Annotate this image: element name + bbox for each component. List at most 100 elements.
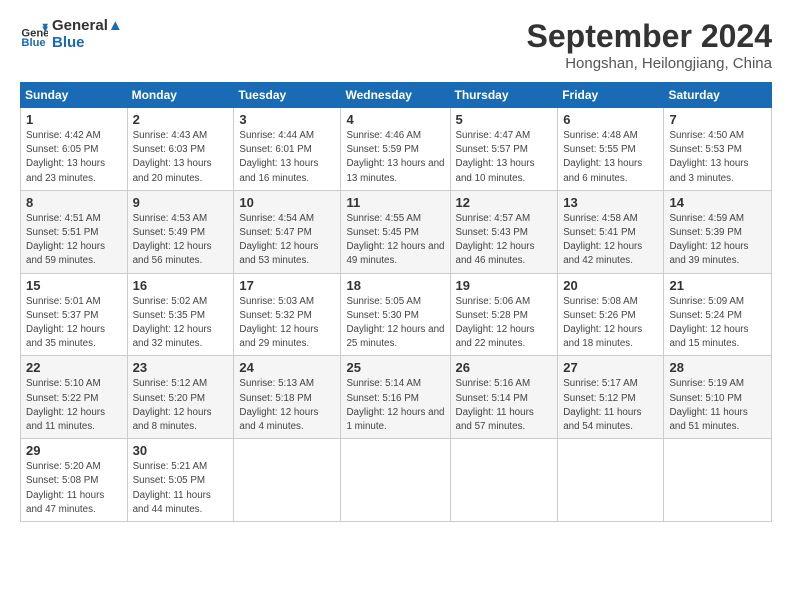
day-number: 28	[669, 360, 766, 375]
calendar-week-2: 8 Sunrise: 4:51 AM Sunset: 5:51 PM Dayli…	[21, 190, 772, 273]
calendar-cell: 28 Sunrise: 5:19 AM Sunset: 5:10 PM Dayl…	[664, 356, 772, 439]
day-detail: Sunrise: 4:48 AM Sunset: 5:55 PM Dayligh…	[563, 129, 658, 186]
day-number: 22	[26, 360, 122, 375]
day-detail: Sunrise: 4:55 AM Sunset: 5:45 PM Dayligh…	[346, 212, 444, 269]
calendar-cell: 6 Sunrise: 4:48 AM Sunset: 5:55 PM Dayli…	[558, 108, 664, 191]
calendar-cell: 15 Sunrise: 5:01 AM Sunset: 5:37 PM Dayl…	[21, 273, 128, 356]
calendar-cell: 14 Sunrise: 4:59 AM Sunset: 5:39 PM Dayl…	[664, 190, 772, 273]
day-number: 8	[26, 195, 122, 210]
day-number: 26	[456, 360, 553, 375]
calendar-cell: 10 Sunrise: 4:54 AM Sunset: 5:47 PM Dayl…	[234, 190, 341, 273]
day-number: 11	[346, 195, 444, 210]
calendar-week-3: 15 Sunrise: 5:01 AM Sunset: 5:37 PM Dayl…	[21, 273, 772, 356]
day-detail: Sunrise: 5:03 AM Sunset: 5:32 PM Dayligh…	[239, 295, 335, 352]
calendar-cell: 19 Sunrise: 5:06 AM Sunset: 5:28 PM Dayl…	[450, 273, 558, 356]
calendar-cell: 29 Sunrise: 5:20 AM Sunset: 5:08 PM Dayl…	[21, 439, 128, 522]
day-number: 19	[456, 278, 553, 293]
header: General Blue General▲ Blue September 202…	[20, 18, 772, 72]
day-number: 13	[563, 195, 658, 210]
calendar-cell: 2 Sunrise: 4:43 AM Sunset: 6:03 PM Dayli…	[127, 108, 234, 191]
month-title: September 2024	[527, 18, 772, 55]
day-number: 21	[669, 278, 766, 293]
day-detail: Sunrise: 4:54 AM Sunset: 5:47 PM Dayligh…	[239, 212, 335, 269]
day-number: 12	[456, 195, 553, 210]
day-detail: Sunrise: 4:47 AM Sunset: 5:57 PM Dayligh…	[456, 129, 553, 186]
day-number: 27	[563, 360, 658, 375]
day-detail: Sunrise: 4:43 AM Sunset: 6:03 PM Dayligh…	[133, 129, 229, 186]
day-detail: Sunrise: 4:51 AM Sunset: 5:51 PM Dayligh…	[26, 212, 122, 269]
calendar-cell	[664, 439, 772, 522]
day-detail: Sunrise: 5:12 AM Sunset: 5:20 PM Dayligh…	[133, 377, 229, 434]
day-detail: Sunrise: 5:10 AM Sunset: 5:22 PM Dayligh…	[26, 377, 122, 434]
calendar-cell: 12 Sunrise: 4:57 AM Sunset: 5:43 PM Dayl…	[450, 190, 558, 273]
calendar-cell: 23 Sunrise: 5:12 AM Sunset: 5:20 PM Dayl…	[127, 356, 234, 439]
day-detail: Sunrise: 5:16 AM Sunset: 5:14 PM Dayligh…	[456, 377, 553, 434]
day-detail: Sunrise: 5:09 AM Sunset: 5:24 PM Dayligh…	[669, 295, 766, 352]
calendar-cell: 1 Sunrise: 4:42 AM Sunset: 6:05 PM Dayli…	[21, 108, 128, 191]
calendar-cell: 13 Sunrise: 4:58 AM Sunset: 5:41 PM Dayl…	[558, 190, 664, 273]
logo: General Blue General▲ Blue	[20, 18, 123, 51]
col-sunday: Sunday	[21, 83, 128, 108]
col-wednesday: Wednesday	[341, 83, 450, 108]
day-detail: Sunrise: 5:02 AM Sunset: 5:35 PM Dayligh…	[133, 295, 229, 352]
day-detail: Sunrise: 5:06 AM Sunset: 5:28 PM Dayligh…	[456, 295, 553, 352]
location-title: Hongshan, Heilongjiang, China	[527, 55, 772, 72]
day-detail: Sunrise: 4:57 AM Sunset: 5:43 PM Dayligh…	[456, 212, 553, 269]
day-number: 18	[346, 278, 444, 293]
calendar-cell: 24 Sunrise: 5:13 AM Sunset: 5:18 PM Dayl…	[234, 356, 341, 439]
day-number: 24	[239, 360, 335, 375]
day-detail: Sunrise: 4:53 AM Sunset: 5:49 PM Dayligh…	[133, 212, 229, 269]
day-detail: Sunrise: 5:21 AM Sunset: 5:05 PM Dayligh…	[133, 460, 229, 517]
calendar-cell: 26 Sunrise: 5:16 AM Sunset: 5:14 PM Dayl…	[450, 356, 558, 439]
day-number: 20	[563, 278, 658, 293]
calendar-cell: 17 Sunrise: 5:03 AM Sunset: 5:32 PM Dayl…	[234, 273, 341, 356]
calendar-cell: 18 Sunrise: 5:05 AM Sunset: 5:30 PM Dayl…	[341, 273, 450, 356]
day-number: 9	[133, 195, 229, 210]
day-detail: Sunrise: 4:50 AM Sunset: 5:53 PM Dayligh…	[669, 129, 766, 186]
day-detail: Sunrise: 4:46 AM Sunset: 5:59 PM Dayligh…	[346, 129, 444, 186]
day-number: 7	[669, 112, 766, 127]
calendar-cell: 5 Sunrise: 4:47 AM Sunset: 5:57 PM Dayli…	[450, 108, 558, 191]
day-detail: Sunrise: 5:08 AM Sunset: 5:26 PM Dayligh…	[563, 295, 658, 352]
logo-line1: General▲	[52, 18, 123, 35]
day-number: 3	[239, 112, 335, 127]
calendar-week-4: 22 Sunrise: 5:10 AM Sunset: 5:22 PM Dayl…	[21, 356, 772, 439]
day-number: 4	[346, 112, 444, 127]
svg-text:Blue: Blue	[21, 37, 45, 49]
calendar-cell	[341, 439, 450, 522]
logo-line2: Blue	[52, 35, 123, 52]
calendar-cell: 25 Sunrise: 5:14 AM Sunset: 5:16 PM Dayl…	[341, 356, 450, 439]
calendar-cell	[558, 439, 664, 522]
day-detail: Sunrise: 4:44 AM Sunset: 6:01 PM Dayligh…	[239, 129, 335, 186]
calendar-cell: 20 Sunrise: 5:08 AM Sunset: 5:26 PM Dayl…	[558, 273, 664, 356]
calendar-week-1: 1 Sunrise: 4:42 AM Sunset: 6:05 PM Dayli…	[21, 108, 772, 191]
col-thursday: Thursday	[450, 83, 558, 108]
calendar-cell: 3 Sunrise: 4:44 AM Sunset: 6:01 PM Dayli…	[234, 108, 341, 191]
calendar-cell: 22 Sunrise: 5:10 AM Sunset: 5:22 PM Dayl…	[21, 356, 128, 439]
calendar-cell: 4 Sunrise: 4:46 AM Sunset: 5:59 PM Dayli…	[341, 108, 450, 191]
day-detail: Sunrise: 5:05 AM Sunset: 5:30 PM Dayligh…	[346, 295, 444, 352]
col-monday: Monday	[127, 83, 234, 108]
day-detail: Sunrise: 5:17 AM Sunset: 5:12 PM Dayligh…	[563, 377, 658, 434]
day-detail: Sunrise: 5:01 AM Sunset: 5:37 PM Dayligh…	[26, 295, 122, 352]
logo-icon: General Blue	[20, 21, 48, 49]
day-number: 15	[26, 278, 122, 293]
calendar-cell	[450, 439, 558, 522]
day-number: 5	[456, 112, 553, 127]
day-number: 6	[563, 112, 658, 127]
calendar-cell: 7 Sunrise: 4:50 AM Sunset: 5:53 PM Dayli…	[664, 108, 772, 191]
calendar-cell: 11 Sunrise: 4:55 AM Sunset: 5:45 PM Dayl…	[341, 190, 450, 273]
day-detail: Sunrise: 5:19 AM Sunset: 5:10 PM Dayligh…	[669, 377, 766, 434]
col-tuesday: Tuesday	[234, 83, 341, 108]
calendar-cell: 27 Sunrise: 5:17 AM Sunset: 5:12 PM Dayl…	[558, 356, 664, 439]
calendar-week-5: 29 Sunrise: 5:20 AM Sunset: 5:08 PM Dayl…	[21, 439, 772, 522]
day-detail: Sunrise: 5:20 AM Sunset: 5:08 PM Dayligh…	[26, 460, 122, 517]
col-friday: Friday	[558, 83, 664, 108]
day-detail: Sunrise: 5:13 AM Sunset: 5:18 PM Dayligh…	[239, 377, 335, 434]
title-block: September 2024 Hongshan, Heilongjiang, C…	[527, 18, 772, 72]
day-number: 25	[346, 360, 444, 375]
day-number: 10	[239, 195, 335, 210]
day-detail: Sunrise: 4:58 AM Sunset: 5:41 PM Dayligh…	[563, 212, 658, 269]
day-number: 23	[133, 360, 229, 375]
calendar-cell: 8 Sunrise: 4:51 AM Sunset: 5:51 PM Dayli…	[21, 190, 128, 273]
